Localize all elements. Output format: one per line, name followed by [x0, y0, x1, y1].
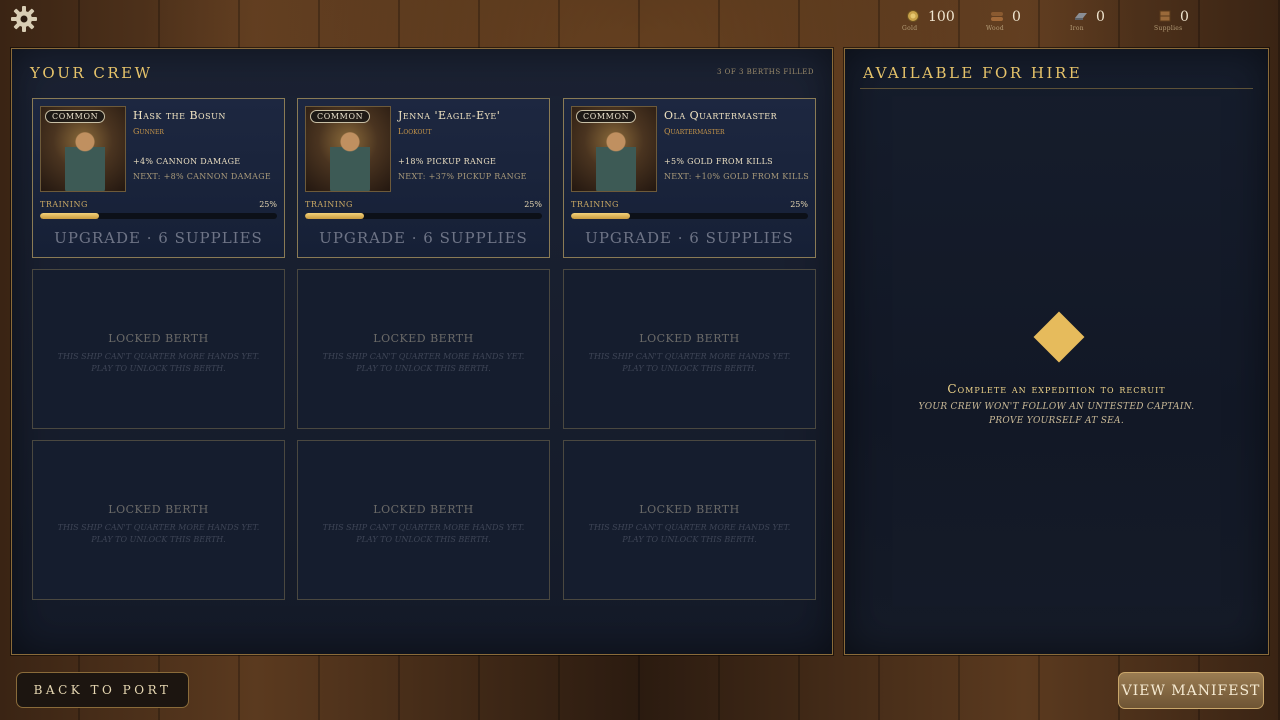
gold-label: Gold: [902, 25, 918, 32]
crew-figure: [65, 129, 105, 191]
locked-berth-title: LOCKED BERTH: [639, 503, 740, 516]
diamond-icon: [1033, 311, 1085, 363]
hire-panel: AVAILABLE FOR HIRE Complete an expeditio…: [844, 48, 1269, 655]
berths-filled-count: 3 of 3 berths filled: [716, 68, 814, 76]
locked-berth-title: LOCKED BERTH: [373, 332, 474, 345]
hire-subtext: Your crew won't follow an untested capta…: [845, 400, 1268, 428]
training-progress-bar: [571, 213, 808, 219]
view-manifest-button[interactable]: VIEW MANIFEST: [1118, 672, 1264, 709]
rarity-badge: COMMON: [576, 110, 637, 123]
upgrade-button[interactable]: UPGRADE · 6 SUPPLIES: [305, 223, 542, 253]
locked-berth-desc: This ship can't quarter more hands yet. P…: [322, 523, 525, 544]
locked-berth: LOCKED BERTH This ship can't quarter mor…: [563, 440, 816, 600]
locked-berth-desc: This ship can't quarter more hands yet. P…: [57, 523, 260, 544]
training-progress-bar: [40, 213, 277, 219]
crew-role: Quartermaster: [664, 127, 725, 136]
training-progress-fill: [571, 213, 631, 219]
training-label: TRAINING: [40, 200, 88, 209]
gold-value: 100: [928, 9, 955, 25]
supplies-value: 0: [1180, 9, 1189, 25]
resource-supplies: 0 Supplies: [1154, 6, 1240, 36]
supplies-icon: [1159, 10, 1171, 22]
training-label: TRAINING: [571, 200, 619, 209]
resource-gold: 100 Gold: [902, 6, 988, 36]
crew-name: Jenna 'Eagle-Eye': [398, 109, 501, 122]
locked-berth: LOCKED BERTH This ship can't quarter mor…: [297, 269, 550, 429]
crew-next-bonus: NEXT: +8% CANNON DAMAGE: [133, 172, 272, 181]
crew-bonus: +4% CANNON DAMAGE: [133, 157, 241, 166]
crew-card[interactable]: COMMON Ola Quartermaster Quartermaster +…: [563, 98, 816, 258]
hire-divider: [860, 88, 1253, 89]
crew-figure: [596, 129, 636, 191]
back-to-port-button[interactable]: BACK TO PORT: [16, 672, 189, 708]
locked-berth-desc: This ship can't quarter more hands yet. P…: [322, 352, 525, 373]
resource-iron: 0 Iron: [1070, 6, 1156, 36]
supplies-label: Supplies: [1154, 25, 1183, 32]
crew-next-bonus: NEXT: +37% PICKUP RANGE: [398, 172, 527, 181]
locked-berth: LOCKED BERTH This ship can't quarter mor…: [297, 440, 550, 600]
gold-icon: [907, 10, 919, 22]
crew-role: Lookout: [398, 127, 432, 136]
rarity-badge: COMMON: [45, 110, 106, 123]
locked-berth-desc: This ship can't quarter more hands yet. P…: [588, 352, 791, 373]
iron-label: Iron: [1070, 25, 1084, 32]
hire-message: Complete an expedition to recruit: [947, 382, 1166, 396]
training-percent: 25%: [524, 200, 542, 209]
training-label: TRAINING: [305, 200, 353, 209]
hire-subtext-line2: Prove yourself at sea.: [988, 416, 1125, 426]
locked-berth-title: LOCKED BERTH: [639, 332, 740, 345]
crew-role: Gunner: [133, 127, 164, 136]
crew-portrait: COMMON: [305, 106, 391, 192]
crew-portrait: COMMON: [40, 106, 126, 192]
iron-value: 0: [1096, 9, 1105, 25]
crew-name: Hask the Bosun: [133, 109, 226, 122]
crew-panel-title: YOUR CREW: [30, 64, 153, 82]
wood-icon: [991, 12, 1003, 21]
hire-panel-title: AVAILABLE FOR HIRE: [863, 64, 1083, 82]
crew-panel: YOUR CREW 3 of 3 berths filled COMMON Ha…: [11, 48, 833, 655]
crew-card[interactable]: COMMON Hask the Bosun Gunner +4% CANNON …: [32, 98, 285, 258]
training-progress-bar: [305, 213, 542, 219]
training-progress-fill: [305, 213, 365, 219]
crew-next-bonus: NEXT: +10% GOLD FROM KILLS: [664, 172, 809, 181]
locked-berth: LOCKED BERTH This ship can't quarter mor…: [563, 269, 816, 429]
iron-icon: [1075, 13, 1087, 20]
training-percent: 25%: [790, 200, 808, 209]
crew-portrait: COMMON: [571, 106, 657, 192]
wood-label: Wood: [986, 25, 1005, 32]
gear-icon[interactable]: [10, 5, 38, 33]
locked-berth-title: LOCKED BERTH: [108, 332, 209, 345]
upgrade-button[interactable]: UPGRADE · 6 SUPPLIES: [571, 223, 808, 253]
resource-bar: 100 Gold 0 Wood 0 Iron 0 Supplies: [902, 6, 1240, 36]
crew-bonus: +18% PICKUP RANGE: [398, 157, 497, 166]
resource-wood: 0 Wood: [986, 6, 1072, 36]
locked-berth: LOCKED BERTH This ship can't quarter mor…: [32, 440, 285, 600]
training-percent: 25%: [259, 200, 277, 209]
locked-berth-desc: This ship can't quarter more hands yet. P…: [57, 352, 260, 373]
crew-card[interactable]: COMMON Jenna 'Eagle-Eye' Lookout +18% PI…: [297, 98, 550, 258]
crew-bonus: +5% GOLD FROM KILLS: [664, 157, 773, 166]
locked-berth-desc: This ship can't quarter more hands yet. P…: [588, 523, 791, 544]
training-progress-fill: [40, 213, 100, 219]
rarity-badge: COMMON: [310, 110, 371, 123]
upgrade-button[interactable]: UPGRADE · 6 SUPPLIES: [40, 223, 277, 253]
wood-value: 0: [1012, 9, 1021, 25]
hire-subtext-line1: Your crew won't follow an untested capta…: [918, 402, 1195, 412]
locked-berth-title: LOCKED BERTH: [108, 503, 209, 516]
locked-berth-title: LOCKED BERTH: [373, 503, 474, 516]
locked-berth: LOCKED BERTH This ship can't quarter mor…: [32, 269, 285, 429]
crew-figure: [330, 129, 370, 191]
crew-name: Ola Quartermaster: [664, 109, 778, 122]
